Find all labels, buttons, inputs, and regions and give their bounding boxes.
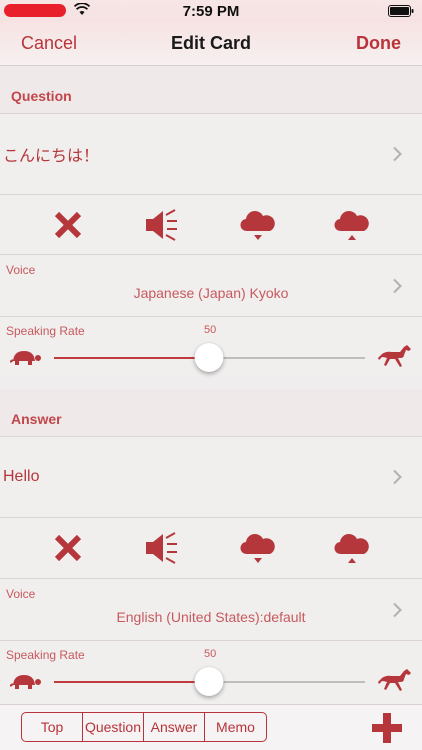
done-button[interactable]: Done bbox=[356, 33, 401, 54]
speaking-rate-value: 50 bbox=[204, 648, 217, 660]
question-section-header: Question bbox=[0, 66, 422, 113]
answer-text-row[interactable]: Hello bbox=[0, 436, 422, 517]
voice-value: English (United States):default bbox=[116, 609, 306, 625]
question-action-row bbox=[0, 194, 422, 254]
turtle-icon bbox=[10, 675, 41, 689]
answer-text: Hello bbox=[3, 468, 40, 485]
navigation-bar: Cancel Edit Card Done bbox=[0, 22, 422, 66]
chevron-right-icon bbox=[393, 469, 402, 485]
upload-button[interactable] bbox=[332, 205, 372, 245]
status-time: 7:59 PM bbox=[182, 3, 240, 20]
voice-value: Japanese (Japan) Kyoko bbox=[133, 285, 289, 301]
slider-fill bbox=[54, 681, 209, 683]
slider-fill bbox=[54, 357, 209, 359]
segment-question[interactable]: Question bbox=[83, 713, 144, 741]
cloud-upload-icon bbox=[334, 210, 369, 240]
download-button[interactable] bbox=[238, 528, 278, 568]
battery-icon bbox=[388, 5, 414, 17]
answer-header-label: Answer bbox=[11, 411, 62, 427]
question-header-label: Question bbox=[11, 88, 72, 104]
answer-action-row bbox=[0, 517, 422, 578]
download-button[interactable] bbox=[238, 205, 278, 245]
horse-icon bbox=[378, 345, 411, 367]
speaking-rate-slider[interactable] bbox=[54, 667, 365, 696]
answer-voice-row[interactable]: Voice English (United States):default bbox=[0, 578, 422, 640]
clear-button[interactable] bbox=[48, 528, 88, 568]
speak-button[interactable] bbox=[142, 528, 182, 568]
speaker-icon bbox=[146, 208, 177, 241]
segment-top[interactable]: Top bbox=[22, 713, 83, 741]
question-voice-row[interactable]: Voice Japanese (Japan) Kyoko bbox=[0, 254, 422, 316]
clear-button[interactable] bbox=[48, 205, 88, 245]
answer-rate-row: Speaking Rate 50 bbox=[0, 640, 422, 704]
status-bar: 7:59 PM bbox=[0, 0, 422, 22]
cloud-download-icon bbox=[240, 534, 275, 563]
segment-answer[interactable]: Answer bbox=[144, 713, 205, 741]
voice-label: Voice bbox=[6, 263, 36, 277]
speaker-icon bbox=[146, 532, 177, 564]
turtle-icon bbox=[10, 351, 41, 365]
speaking-rate-slider[interactable] bbox=[54, 343, 365, 372]
answer-section-header: Answer bbox=[0, 389, 422, 436]
question-text: こんにちは！ bbox=[3, 148, 100, 165]
speaking-rate-label: Speaking Rate bbox=[6, 648, 85, 662]
x-icon bbox=[54, 534, 82, 562]
segment-memo[interactable]: Memo bbox=[205, 713, 266, 741]
upload-button[interactable] bbox=[332, 528, 372, 568]
slider-thumb[interactable] bbox=[194, 343, 224, 372]
section-segmented-control: Top Question Answer Memo bbox=[21, 712, 267, 742]
speak-button[interactable] bbox=[142, 205, 182, 245]
speaking-rate-label: Speaking Rate bbox=[6, 324, 85, 338]
cloud-upload-icon bbox=[334, 534, 369, 563]
cancel-button[interactable]: Cancel bbox=[21, 33, 77, 54]
slider-thumb[interactable] bbox=[194, 667, 224, 696]
chevron-right-icon bbox=[393, 602, 402, 617]
question-text-row[interactable]: こんにちは！ bbox=[0, 113, 422, 194]
x-icon bbox=[54, 211, 82, 238]
voice-label: Voice bbox=[6, 587, 36, 601]
chevron-right-icon bbox=[393, 146, 402, 162]
horse-icon bbox=[378, 669, 411, 691]
question-rate-row: Speaking Rate 50 bbox=[0, 316, 422, 377]
plus-icon[interactable] bbox=[372, 713, 402, 743]
bottom-toolbar: Top Question Answer Memo bbox=[0, 704, 422, 750]
cloud-download-icon bbox=[240, 210, 275, 240]
chevron-right-icon bbox=[393, 278, 402, 293]
speaking-rate-value: 50 bbox=[204, 324, 217, 336]
